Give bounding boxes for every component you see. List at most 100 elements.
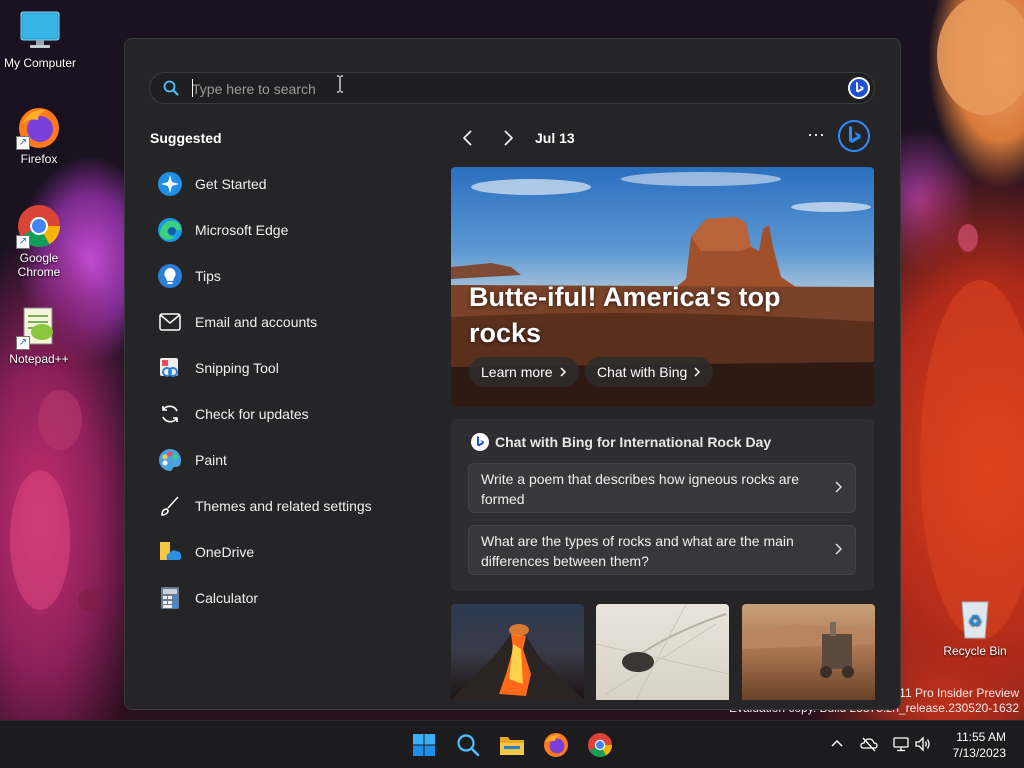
text-caret xyxy=(192,79,193,97)
onedrive-icon xyxy=(157,539,183,565)
volume-icon[interactable] xyxy=(914,735,932,753)
suggested-item-label: Microsoft Edge xyxy=(195,222,289,238)
learn-more-button[interactable]: Learn more xyxy=(469,357,579,387)
mars-rover-thumbnail[interactable] xyxy=(742,604,875,700)
chrome-icon xyxy=(588,733,612,758)
suggested-item-label: Tips xyxy=(195,268,221,284)
chevron-up-icon[interactable] xyxy=(828,735,846,753)
suggested-item-get-started[interactable]: Get Started xyxy=(157,161,417,207)
chevron-right-icon xyxy=(835,481,843,493)
chat-card-title: Chat with Bing for International Rock Da… xyxy=(471,433,771,451)
brush-icon xyxy=(157,493,183,519)
suggested-item-label: Themes and related settings xyxy=(195,498,372,514)
taskbar-search-button[interactable] xyxy=(454,731,482,759)
taskbar: 11:55 AM 7/13/2023 xyxy=(0,720,1024,768)
clock-date: 7/13/2023 xyxy=(952,746,1006,760)
suggested-item-label: Snipping Tool xyxy=(195,360,279,376)
desktop-icon-firefox[interactable]: ↗ Firefox xyxy=(0,104,79,166)
bing-chat-icon xyxy=(471,433,489,451)
snipping-tool-icon xyxy=(157,355,183,381)
taskbar-chrome[interactable] xyxy=(586,731,614,759)
tips-icon xyxy=(157,263,183,289)
shortcut-arrow-icon: ↗ xyxy=(16,136,30,150)
firefox-icon: ↗ xyxy=(16,104,62,150)
calculator-icon xyxy=(157,585,183,611)
volcano-thumbnail[interactable] xyxy=(451,604,584,700)
suggested-item-snipping-tool[interactable]: Snipping Tool xyxy=(157,345,417,391)
chevron-right-icon xyxy=(835,543,843,555)
suggested-item-email-and-accounts[interactable]: Email and accounts xyxy=(157,299,417,345)
chat-with-bing-button[interactable]: Chat with Bing xyxy=(585,357,714,387)
paint-icon xyxy=(157,447,183,473)
suggested-item-label: Calculator xyxy=(195,590,259,606)
hero-title: Butte-iful! America's top rocks xyxy=(469,282,781,348)
desktop-icon-notepadpp[interactable]: ↗ Notepad++ xyxy=(0,304,79,366)
taskbar-firefox[interactable] xyxy=(542,731,570,759)
shortcut-arrow-icon: ↗ xyxy=(16,336,30,350)
search-box[interactable] xyxy=(149,72,875,105)
refresh-icon xyxy=(157,401,183,427)
chevron-right-icon xyxy=(560,367,566,377)
search-icon xyxy=(163,80,179,96)
suggested-item-check-for-updates[interactable]: Check for updates xyxy=(157,391,417,437)
desktop-icon-label: My Computer xyxy=(3,56,77,70)
suggested-item-label: Get Started xyxy=(195,176,267,192)
chat-with-bing-card: Chat with Bing for International Rock Da… xyxy=(451,419,874,591)
search-input[interactable] xyxy=(190,73,794,105)
suggested-item-tips[interactable]: Tips xyxy=(157,253,417,299)
taskbar-clock[interactable]: 11:55 AM 7/13/2023 xyxy=(953,729,1006,761)
get-started-icon xyxy=(157,171,183,197)
network-icon[interactable] xyxy=(892,735,910,753)
chrome-icon: ↗ xyxy=(16,203,62,249)
edge-icon xyxy=(157,217,183,243)
notepadpp-icon: ↗ xyxy=(16,304,62,350)
text-cursor-icon xyxy=(337,75,343,93)
chat-prompt-text: What are the types of rocks and what are… xyxy=(481,533,794,569)
hero-card[interactable]: Butte-iful! America's top rocks Learn mo… xyxy=(451,167,874,407)
sailing-stone-thumbnail[interactable] xyxy=(596,604,729,700)
suggested-item-label: Email and accounts xyxy=(195,314,318,330)
file-explorer-icon xyxy=(500,737,524,755)
suggested-item-label: Paint xyxy=(195,452,227,468)
windows-start-icon xyxy=(413,734,435,756)
suggested-item-microsoft-edge[interactable]: Microsoft Edge xyxy=(157,207,417,253)
windows-start-button[interactable] xyxy=(410,731,438,759)
next-chevron-icon[interactable] xyxy=(497,127,519,149)
desktop-icon-label: Firefox xyxy=(20,152,58,166)
clock-time: 11:55 AM xyxy=(956,730,1006,744)
suggested-item-label: Check for updates xyxy=(195,406,309,422)
chat-prompt-rock-types[interactable]: What are the types of rocks and what are… xyxy=(468,525,856,575)
onedrive-offline-icon[interactable] xyxy=(860,735,878,753)
suggested-item-onedrive[interactable]: OneDrive xyxy=(157,529,417,575)
desktop-icon-label: Recycle Bin xyxy=(943,644,1007,658)
chat-card-title-text: Chat with Bing for International Rock Da… xyxy=(495,434,772,450)
monitor-icon xyxy=(17,8,63,54)
chevron-right-icon xyxy=(694,367,701,377)
more-options-button[interactable]: ··· xyxy=(805,125,827,147)
taskbar-file-explorer[interactable] xyxy=(498,731,526,759)
suggested-list: Get Started Microsoft Edge Tips Email an… xyxy=(157,161,417,621)
build-watermark-line1: s 11 Pro Insider Preview xyxy=(889,686,1019,700)
bing-chat-icon[interactable] xyxy=(848,77,870,99)
highlights-date: Jul 13 xyxy=(535,130,575,146)
desktop-icon-chrome[interactable]: ↗ Google Chrome xyxy=(0,203,79,279)
suggested-item-label: OneDrive xyxy=(195,544,255,560)
suggested-item-paint[interactable]: Paint xyxy=(157,437,417,483)
suggested-item-calculator[interactable]: Calculator xyxy=(157,575,417,621)
shortcut-arrow-icon: ↗ xyxy=(16,235,30,249)
bing-logo-icon[interactable] xyxy=(837,119,871,153)
desktop-icon-label: Google Chrome xyxy=(17,251,61,279)
firefox-icon xyxy=(544,733,568,757)
desktop-icon-label: Notepad++ xyxy=(9,352,69,366)
desktop-icon-my-computer[interactable]: My Computer xyxy=(0,8,80,70)
suggested-item-themes[interactable]: Themes and related settings xyxy=(157,483,417,529)
search-icon xyxy=(457,734,480,757)
previous-chevron-icon[interactable] xyxy=(457,127,479,149)
desktop-icon-recycle-bin[interactable]: ♻ Recycle Bin xyxy=(935,596,1015,658)
chat-prompt-igneous[interactable]: Write a poem that describes how igneous … xyxy=(468,463,856,513)
chat-with-bing-label: Chat with Bing xyxy=(597,364,688,380)
search-panel: Suggested Get Started Microsoft Edge xyxy=(124,38,901,710)
svg-text:♻: ♻ xyxy=(968,611,982,630)
recycle-bin-icon: ♻ xyxy=(952,596,998,642)
mail-icon xyxy=(157,309,183,335)
